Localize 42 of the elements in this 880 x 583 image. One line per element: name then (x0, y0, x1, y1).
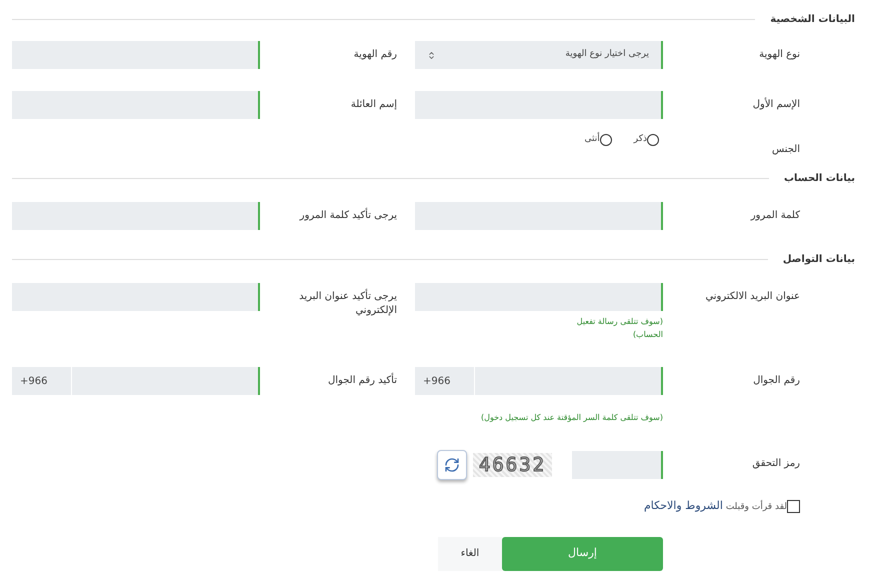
refresh-icon (444, 457, 460, 473)
sort-arrows-icon (427, 50, 436, 60)
field-label: يرجى تأكيد عنوان البريد الإلكتروني (277, 290, 397, 318)
input-field[interactable] (12, 91, 260, 119)
hint-text: (سوف تتلقى كلمة السر المؤقتة عند كل تسجيل دخول) (481, 412, 663, 424)
captcha-image: 46632 (473, 453, 552, 477)
field-label: نوع الهوية (758, 48, 800, 62)
refresh-button[interactable] (437, 450, 467, 480)
field-label: رقم الهوية (352, 48, 397, 62)
field-label: رقم الجوال (752, 374, 800, 388)
radio-button[interactable] (647, 134, 659, 146)
hint-text: (سوف تتلقى رسالة تفعيل الحساب) (576, 316, 663, 341)
terms-sentence: لقد قرأت وقبلت الشروط والاحكام (644, 498, 787, 514)
field-label: يرجى تأكيد كلمة المرور (277, 209, 397, 223)
input-field[interactable] (415, 283, 663, 311)
section-heading: بيانات التواصل (782, 253, 855, 267)
section-heading: بيانات الحساب (784, 172, 855, 186)
field-label: عنوان البريد الالكتروني (704, 290, 800, 304)
field-label: الجنس (770, 143, 800, 157)
input-field[interactable] (12, 41, 260, 69)
field-label: كلمة المرور (750, 209, 800, 223)
captcha-input[interactable] (572, 451, 663, 479)
country-code: +966 (20, 374, 48, 388)
section-heading: البيانات الشخصية (770, 13, 855, 27)
terms-checkbox[interactable] (787, 500, 800, 513)
input-field[interactable] (415, 91, 663, 119)
phone-field[interactable]: +966 (12, 367, 260, 395)
field-label: رمز التحقق (751, 457, 800, 471)
id-type-select[interactable]: يرجى اختيار نوع الهوية (415, 41, 663, 69)
country-code: +966 (423, 374, 450, 388)
field-label: تأكيد رقم الجوال (277, 374, 397, 388)
input-field[interactable] (12, 202, 260, 230)
terms-link[interactable]: الشروط والاحكام (644, 499, 723, 512)
input-field[interactable] (12, 283, 260, 311)
cancel-button[interactable]: الغاء (438, 536, 502, 570)
radio-label: ذكر (634, 133, 647, 146)
radio-button[interactable] (600, 134, 612, 146)
input-field[interactable] (415, 202, 663, 230)
phone-field[interactable]: +966 (415, 367, 663, 395)
field-label: الإسم الأول (752, 98, 800, 112)
field-label: إسم العائلة (350, 98, 397, 112)
radio-label: أنثى (584, 133, 600, 146)
